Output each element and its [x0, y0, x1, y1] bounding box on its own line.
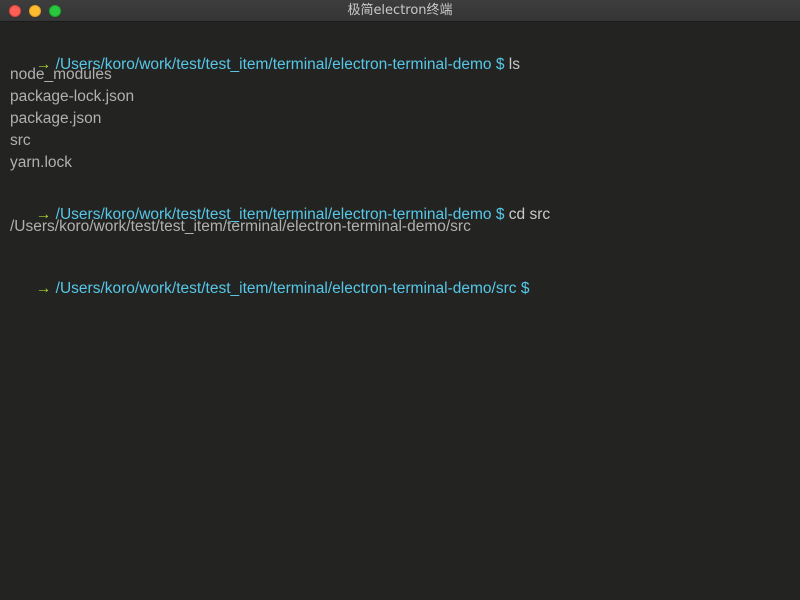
output-line: package-lock.json: [10, 88, 135, 105]
prompt-symbol: $: [520, 280, 530, 297]
prompt-path: /Users/koro/work/test/test_item/terminal…: [55, 56, 492, 73]
prompt-symbol: $: [495, 206, 505, 223]
prompt-line: → /Users/koro/work/test/test_item/termin…: [10, 35, 520, 73]
output-line: /Users/koro/work/test/test_item/terminal…: [10, 218, 471, 235]
command-text: ls: [508, 56, 520, 73]
terminal-output[interactable]: → /Users/koro/work/test/test_item/termin…: [0, 23, 800, 600]
prompt-line[interactable]: → /Users/koro/work/test/test_item/termin…: [10, 259, 534, 297]
output-line: node_modules: [10, 66, 112, 83]
prompt-line: → /Users/koro/work/test/test_item/termin…: [10, 185, 550, 223]
output-line: yarn.lock: [10, 154, 73, 171]
terminal-window: 极简electron终端 → /Users/koro/work/test/tes…: [0, 0, 800, 600]
prompt-path: /Users/koro/work/test/test_item/terminal…: [55, 280, 517, 297]
output-line: package.json: [10, 110, 102, 127]
command-text: cd src: [508, 206, 551, 223]
output-line: src: [10, 132, 31, 149]
prompt-arrow-icon: →: [35, 280, 52, 297]
title-bar[interactable]: 极简electron终端: [0, 0, 800, 22]
window-title: 极简electron终端: [347, 3, 453, 18]
prompt-symbol: $: [495, 56, 505, 73]
